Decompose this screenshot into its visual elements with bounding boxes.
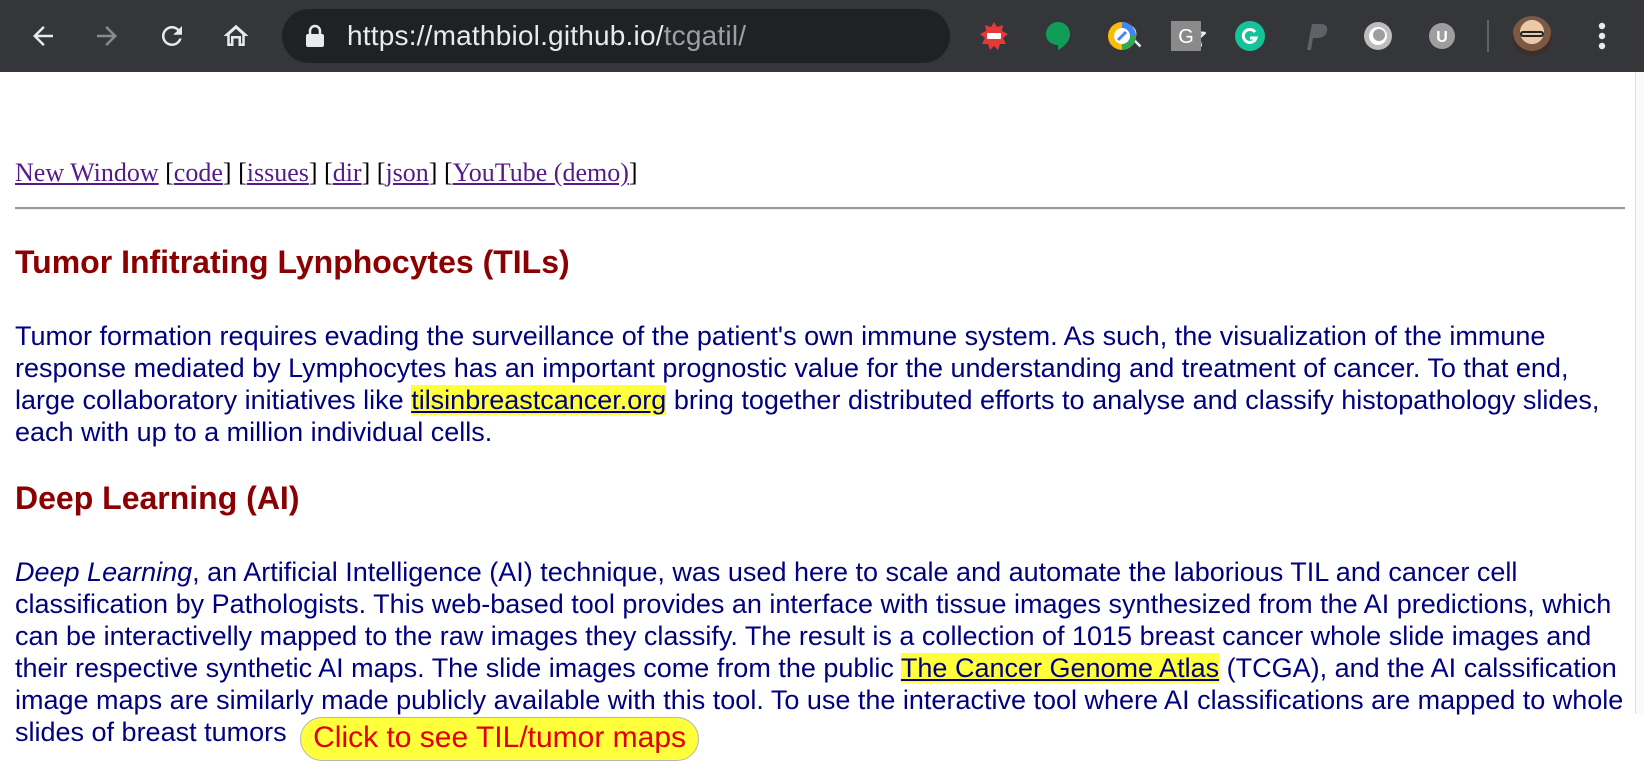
u-extension-icon[interactable]: U [1426, 20, 1458, 52]
red-badge-extension-icon[interactable] [978, 20, 1010, 52]
deep-learning-emphasis: Deep Learning [15, 557, 193, 587]
bracket: [ [238, 158, 247, 187]
bracket: ] [628, 158, 638, 187]
tils-heading: Tumor Infitrating Lynphocytes (TILs) [15, 244, 570, 280]
url-path: tcgatil/ [663, 20, 747, 51]
svg-text:G: G [1178, 26, 1194, 48]
issues-link[interactable]: issues [247, 158, 309, 187]
google-drive-extension-icon[interactable] [1106, 20, 1138, 52]
deep-learning-paragraph: Deep Learning, an Artificial Intelligenc… [15, 556, 1635, 761]
json-link[interactable]: json [385, 158, 428, 187]
toolbar-separator [1487, 20, 1489, 52]
bracket: ] [361, 158, 371, 187]
url-text[interactable]: https://mathbiol.github.io/tcgatil/ [347, 9, 746, 63]
back-arrow-icon[interactable] [21, 14, 65, 58]
code-link[interactable]: code [174, 158, 223, 187]
home-icon[interactable] [214, 14, 258, 58]
kebab-menu-icon[interactable] [1580, 14, 1624, 58]
tils-paragraph: Tumor formation requires evading the sur… [15, 320, 1635, 448]
reload-icon[interactable] [150, 14, 194, 58]
hangouts-icon[interactable] [1042, 20, 1074, 52]
deep-learning-heading: Deep Learning (AI) [15, 480, 300, 516]
dir-link[interactable]: dir [333, 158, 362, 187]
profile-avatar[interactable] [1512, 16, 1552, 56]
youtube-demo-link[interactable]: YouTube (demo) [453, 158, 629, 187]
bracket: [ [443, 158, 453, 187]
page-scrollbar[interactable] [1635, 72, 1644, 714]
bracket: ] [428, 158, 438, 187]
see-til-maps-button[interactable]: Click to see TIL/tumor maps [300, 717, 700, 761]
forward-arrow-icon[interactable] [85, 14, 129, 58]
horizontal-rule [15, 207, 1625, 210]
bracket: [ [324, 158, 333, 187]
address-bar[interactable]: https://mathbiol.github.io/tcgatil/ [282, 9, 1207, 63]
circle-extension-icon[interactable] [1362, 20, 1394, 52]
paypal-icon[interactable] [1298, 20, 1330, 52]
grammarly-icon[interactable] [1234, 20, 1266, 52]
top-link-bar: New Window [code] [issues] [dir] [json] … [15, 158, 638, 188]
url-domain: https://mathbiol.github.io/ [347, 20, 664, 51]
new-window-link[interactable]: New Window [15, 158, 159, 187]
bracket: ] [308, 158, 318, 187]
browser-toolbar: https://mathbiol.github.io/tcgatil/ G U [0, 0, 1644, 72]
bracket: [ [165, 158, 174, 187]
tcga-link[interactable]: The Cancer Genome Atlas [900, 653, 1220, 683]
tilsinbreastcancer-link[interactable]: tilsinbreastcancer.org [411, 385, 667, 415]
g-square-extension-icon[interactable]: G [1170, 20, 1202, 52]
svg-text:U: U [1436, 29, 1448, 46]
lock-icon[interactable] [304, 24, 326, 53]
bracket: ] [222, 158, 232, 187]
